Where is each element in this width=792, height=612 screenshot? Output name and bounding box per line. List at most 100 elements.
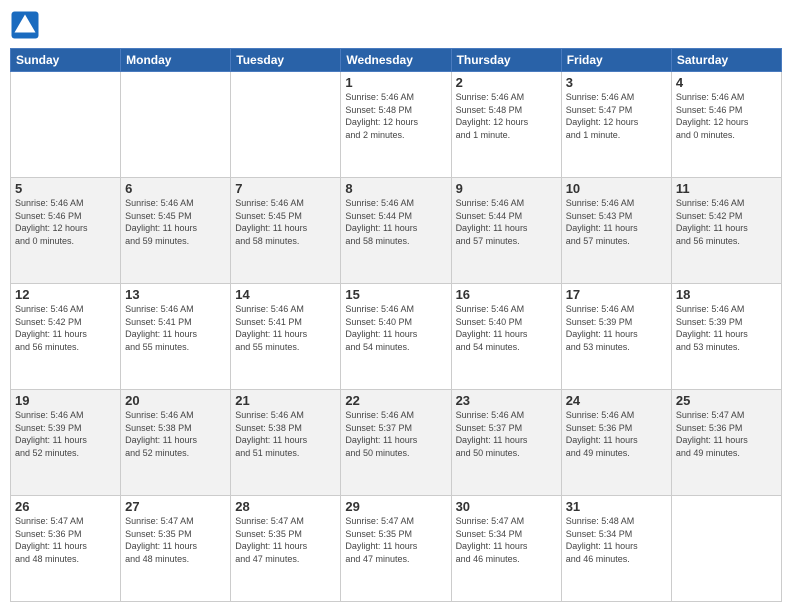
calendar-cell: 1Sunrise: 5:46 AM Sunset: 5:48 PM Daylig… [341,72,451,178]
day-number: 3 [566,75,667,90]
logo-icon [10,10,40,40]
day-number: 1 [345,75,446,90]
week-row-3: 12Sunrise: 5:46 AM Sunset: 5:42 PM Dayli… [11,284,782,390]
page: SundayMondayTuesdayWednesdayThursdayFrid… [0,0,792,612]
calendar-cell: 20Sunrise: 5:46 AM Sunset: 5:38 PM Dayli… [121,390,231,496]
calendar-cell: 28Sunrise: 5:47 AM Sunset: 5:35 PM Dayli… [231,496,341,602]
day-info: Sunrise: 5:47 AM Sunset: 5:35 PM Dayligh… [345,515,446,565]
calendar-cell: 7Sunrise: 5:46 AM Sunset: 5:45 PM Daylig… [231,178,341,284]
day-info: Sunrise: 5:46 AM Sunset: 5:44 PM Dayligh… [345,197,446,247]
calendar-cell: 8Sunrise: 5:46 AM Sunset: 5:44 PM Daylig… [341,178,451,284]
day-info: Sunrise: 5:46 AM Sunset: 5:42 PM Dayligh… [676,197,777,247]
calendar-cell [231,72,341,178]
day-info: Sunrise: 5:46 AM Sunset: 5:46 PM Dayligh… [15,197,116,247]
day-header-thursday: Thursday [451,49,561,72]
day-info: Sunrise: 5:46 AM Sunset: 5:45 PM Dayligh… [235,197,336,247]
day-info: Sunrise: 5:47 AM Sunset: 5:36 PM Dayligh… [15,515,116,565]
day-number: 18 [676,287,777,302]
day-number: 27 [125,499,226,514]
day-number: 20 [125,393,226,408]
header [10,10,782,40]
day-number: 31 [566,499,667,514]
day-number: 12 [15,287,116,302]
day-header-monday: Monday [121,49,231,72]
day-info: Sunrise: 5:48 AM Sunset: 5:34 PM Dayligh… [566,515,667,565]
day-number: 4 [676,75,777,90]
day-number: 14 [235,287,336,302]
calendar-cell: 21Sunrise: 5:46 AM Sunset: 5:38 PM Dayli… [231,390,341,496]
day-info: Sunrise: 5:46 AM Sunset: 5:44 PM Dayligh… [456,197,557,247]
calendar-cell: 31Sunrise: 5:48 AM Sunset: 5:34 PM Dayli… [561,496,671,602]
day-number: 16 [456,287,557,302]
calendar-cell: 26Sunrise: 5:47 AM Sunset: 5:36 PM Dayli… [11,496,121,602]
calendar-cell: 24Sunrise: 5:46 AM Sunset: 5:36 PM Dayli… [561,390,671,496]
calendar-cell: 30Sunrise: 5:47 AM Sunset: 5:34 PM Dayli… [451,496,561,602]
day-number: 7 [235,181,336,196]
week-row-5: 26Sunrise: 5:47 AM Sunset: 5:36 PM Dayli… [11,496,782,602]
day-info: Sunrise: 5:46 AM Sunset: 5:40 PM Dayligh… [345,303,446,353]
day-header-friday: Friday [561,49,671,72]
calendar-cell [121,72,231,178]
header-row: SundayMondayTuesdayWednesdayThursdayFrid… [11,49,782,72]
day-number: 13 [125,287,226,302]
day-number: 21 [235,393,336,408]
day-info: Sunrise: 5:46 AM Sunset: 5:43 PM Dayligh… [566,197,667,247]
day-info: Sunrise: 5:46 AM Sunset: 5:46 PM Dayligh… [676,91,777,141]
calendar-cell: 5Sunrise: 5:46 AM Sunset: 5:46 PM Daylig… [11,178,121,284]
calendar-cell: 13Sunrise: 5:46 AM Sunset: 5:41 PM Dayli… [121,284,231,390]
day-number: 28 [235,499,336,514]
day-number: 25 [676,393,777,408]
calendar-cell: 11Sunrise: 5:46 AM Sunset: 5:42 PM Dayli… [671,178,781,284]
day-info: Sunrise: 5:46 AM Sunset: 5:45 PM Dayligh… [125,197,226,247]
day-info: Sunrise: 5:46 AM Sunset: 5:41 PM Dayligh… [235,303,336,353]
calendar-cell: 10Sunrise: 5:46 AM Sunset: 5:43 PM Dayli… [561,178,671,284]
day-number: 10 [566,181,667,196]
day-info: Sunrise: 5:46 AM Sunset: 5:48 PM Dayligh… [345,91,446,141]
day-info: Sunrise: 5:46 AM Sunset: 5:38 PM Dayligh… [125,409,226,459]
calendar-cell: 2Sunrise: 5:46 AM Sunset: 5:48 PM Daylig… [451,72,561,178]
day-info: Sunrise: 5:46 AM Sunset: 5:39 PM Dayligh… [15,409,116,459]
day-info: Sunrise: 5:46 AM Sunset: 5:47 PM Dayligh… [566,91,667,141]
calendar-cell: 23Sunrise: 5:46 AM Sunset: 5:37 PM Dayli… [451,390,561,496]
day-info: Sunrise: 5:47 AM Sunset: 5:35 PM Dayligh… [235,515,336,565]
day-number: 19 [15,393,116,408]
day-number: 2 [456,75,557,90]
day-info: Sunrise: 5:46 AM Sunset: 5:37 PM Dayligh… [345,409,446,459]
day-info: Sunrise: 5:47 AM Sunset: 5:35 PM Dayligh… [125,515,226,565]
day-info: Sunrise: 5:46 AM Sunset: 5:48 PM Dayligh… [456,91,557,141]
calendar-cell: 15Sunrise: 5:46 AM Sunset: 5:40 PM Dayli… [341,284,451,390]
day-header-wednesday: Wednesday [341,49,451,72]
day-number: 6 [125,181,226,196]
calendar-table: SundayMondayTuesdayWednesdayThursdayFrid… [10,48,782,602]
calendar-cell: 25Sunrise: 5:47 AM Sunset: 5:36 PM Dayli… [671,390,781,496]
day-info: Sunrise: 5:46 AM Sunset: 5:40 PM Dayligh… [456,303,557,353]
logo [10,10,44,40]
day-number: 30 [456,499,557,514]
day-info: Sunrise: 5:46 AM Sunset: 5:36 PM Dayligh… [566,409,667,459]
calendar-cell: 12Sunrise: 5:46 AM Sunset: 5:42 PM Dayli… [11,284,121,390]
calendar-cell: 9Sunrise: 5:46 AM Sunset: 5:44 PM Daylig… [451,178,561,284]
week-row-1: 1Sunrise: 5:46 AM Sunset: 5:48 PM Daylig… [11,72,782,178]
day-info: Sunrise: 5:46 AM Sunset: 5:37 PM Dayligh… [456,409,557,459]
calendar-cell: 6Sunrise: 5:46 AM Sunset: 5:45 PM Daylig… [121,178,231,284]
week-row-4: 19Sunrise: 5:46 AM Sunset: 5:39 PM Dayli… [11,390,782,496]
day-number: 17 [566,287,667,302]
day-number: 15 [345,287,446,302]
calendar-cell [671,496,781,602]
calendar-cell: 19Sunrise: 5:46 AM Sunset: 5:39 PM Dayli… [11,390,121,496]
day-header-saturday: Saturday [671,49,781,72]
week-row-2: 5Sunrise: 5:46 AM Sunset: 5:46 PM Daylig… [11,178,782,284]
calendar-cell: 29Sunrise: 5:47 AM Sunset: 5:35 PM Dayli… [341,496,451,602]
day-info: Sunrise: 5:47 AM Sunset: 5:36 PM Dayligh… [676,409,777,459]
day-number: 23 [456,393,557,408]
day-info: Sunrise: 5:46 AM Sunset: 5:41 PM Dayligh… [125,303,226,353]
day-number: 11 [676,181,777,196]
day-number: 26 [15,499,116,514]
calendar-cell: 17Sunrise: 5:46 AM Sunset: 5:39 PM Dayli… [561,284,671,390]
calendar-cell: 3Sunrise: 5:46 AM Sunset: 5:47 PM Daylig… [561,72,671,178]
calendar-cell: 14Sunrise: 5:46 AM Sunset: 5:41 PM Dayli… [231,284,341,390]
day-info: Sunrise: 5:46 AM Sunset: 5:38 PM Dayligh… [235,409,336,459]
day-number: 5 [15,181,116,196]
day-number: 24 [566,393,667,408]
day-info: Sunrise: 5:47 AM Sunset: 5:34 PM Dayligh… [456,515,557,565]
